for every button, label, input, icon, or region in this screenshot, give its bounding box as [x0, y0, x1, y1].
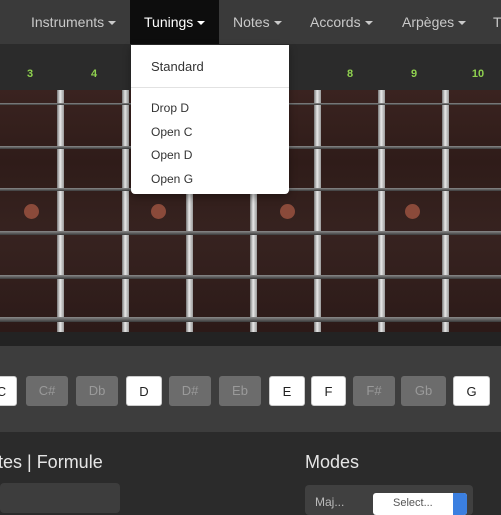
fret-wire [442, 90, 449, 332]
note-button-f[interactable]: F [311, 376, 346, 406]
top-navbar: Instruments Tunings Notes Accords Arpège… [0, 0, 501, 44]
modes-select-value: Select... [393, 497, 433, 509]
fret-number: 9 [410, 68, 418, 80]
nav-notes-label: Notes [233, 14, 270, 30]
fret-wire [122, 90, 129, 332]
note-button-c[interactable]: C [0, 376, 17, 406]
modes-section-title: Modes [305, 452, 360, 472]
nav-tunings-label: Tunings [144, 14, 194, 30]
modes-label: Maj... [315, 495, 345, 509]
note-button-g-flat[interactable]: Gb [401, 376, 446, 406]
nav-truncated[interactable]: T [493, 0, 501, 44]
note-button-d[interactable]: D [126, 376, 162, 406]
caret-down-icon [364, 21, 373, 26]
tunings-dropdown-menu: Standard Drop D Open C Open D Open G [131, 45, 289, 194]
fret-marker-dot [24, 204, 39, 219]
tuning-option-standard[interactable]: Standard [151, 59, 204, 74]
modes-panel: Maj... Select... [305, 485, 473, 515]
fret-number: 3 [26, 68, 34, 80]
fret-number: 4 [90, 68, 98, 80]
note-button-d-flat[interactable]: Db [76, 376, 118, 406]
tuning-option-drop-d[interactable]: Drop D [151, 101, 189, 115]
notes-bar: C C# Db D D# Eb E F F# Gb G [0, 346, 501, 432]
caret-down-icon [108, 21, 117, 26]
nav-instruments-label: Instruments [31, 14, 105, 30]
caret-down-icon [273, 21, 282, 26]
dropdown-divider [131, 87, 289, 88]
note-button-e[interactable]: E [269, 376, 305, 406]
nav-instruments[interactable]: Instruments [31, 0, 117, 44]
guitar-string [0, 275, 501, 279]
fret-wire [314, 90, 321, 332]
caret-down-icon [197, 21, 206, 26]
modes-select[interactable]: Select... [373, 493, 467, 515]
fret-number: 8 [346, 68, 354, 80]
fretboard-footer [0, 332, 501, 346]
nav-notes[interactable]: Notes [233, 0, 282, 44]
nav-arpeges[interactable]: Arpèges [402, 0, 467, 44]
note-button-e-flat[interactable]: Eb [219, 376, 261, 406]
tuning-option-open-d[interactable]: Open D [151, 148, 192, 162]
fret-marker-dot [405, 204, 420, 219]
note-button-d-sharp[interactable]: D# [169, 376, 211, 406]
caret-down-icon [458, 21, 467, 26]
guitar-string [0, 231, 501, 235]
fret-marker-dot [151, 204, 166, 219]
fret-wire [378, 90, 385, 332]
nav-accords-label: Accords [310, 14, 361, 30]
formula-panel [0, 483, 120, 513]
fret-marker-dot [280, 204, 295, 219]
nav-arpeges-label: Arpèges [402, 14, 455, 30]
note-button-g[interactable]: G [453, 376, 490, 406]
fret-wire [57, 90, 64, 332]
note-button-f-sharp[interactable]: F# [353, 376, 395, 406]
nav-truncated-label: T [493, 14, 501, 30]
fret-number: 10 [471, 68, 485, 80]
nav-tunings[interactable]: Tunings [130, 0, 220, 44]
tuning-option-open-g[interactable]: Open G [151, 172, 193, 186]
guitar-string [0, 317, 501, 322]
note-button-c-sharp[interactable]: C# [26, 376, 68, 406]
nav-accords[interactable]: Accords [310, 0, 373, 44]
select-arrow-icon [453, 493, 467, 515]
formula-section-title: tes | Formule [0, 452, 103, 472]
tuning-option-open-c[interactable]: Open C [151, 125, 192, 139]
